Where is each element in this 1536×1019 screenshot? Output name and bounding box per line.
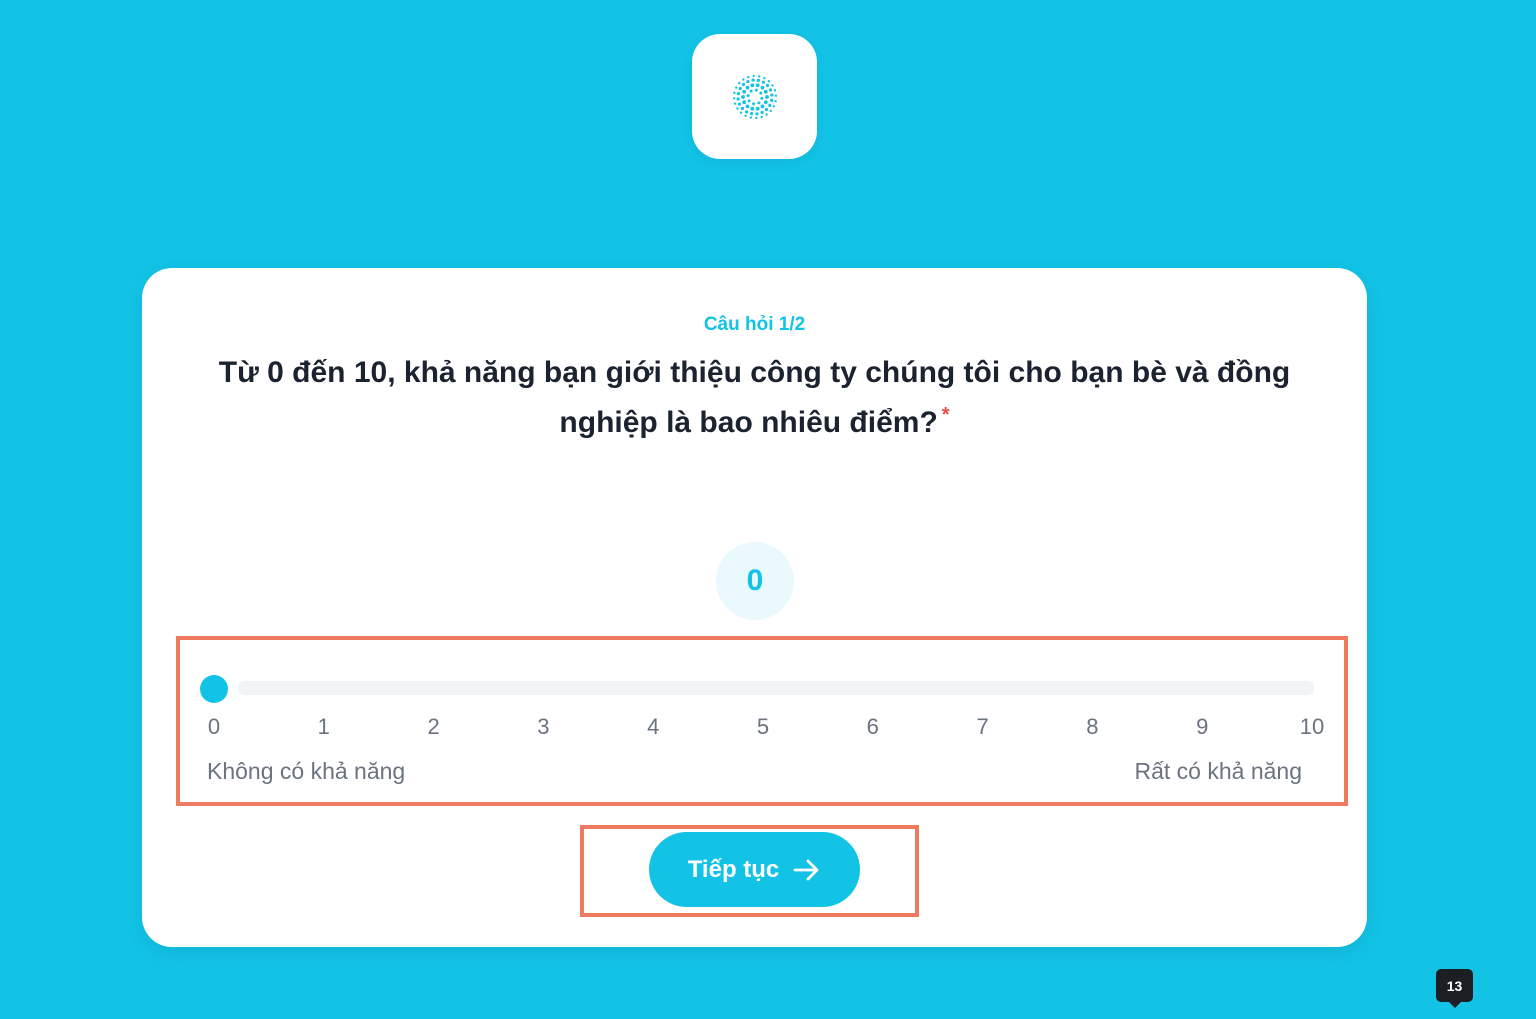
slider-track[interactable] xyxy=(238,681,1314,695)
slider-thumb[interactable] xyxy=(200,675,228,703)
slider-tick-4[interactable]: 4 xyxy=(633,714,673,740)
slider-tick-7[interactable]: 7 xyxy=(963,714,1003,740)
slider-tick-10[interactable]: 10 xyxy=(1292,714,1332,740)
required-mark: * xyxy=(941,404,950,426)
low-label: Không có khả năng xyxy=(207,758,406,784)
logo-container xyxy=(692,34,817,159)
selected-value-display: 0 xyxy=(716,542,794,620)
slider-tick-1[interactable]: 1 xyxy=(304,714,344,740)
slider-tick-0[interactable]: 0 xyxy=(194,714,234,740)
slider-tick-5[interactable]: 5 xyxy=(743,714,783,740)
question-text-container: Từ 0 đến 10, khả năng bạn giới thiệu côn… xyxy=(182,348,1327,448)
slider-tick-2[interactable]: 2 xyxy=(414,714,454,740)
next-button-label: Tiếp tục xyxy=(687,855,780,883)
question-text: Từ 0 đến 10, khả năng bạn giới thiệu côn… xyxy=(218,356,1291,439)
slider-tick-3[interactable]: 3 xyxy=(523,714,563,740)
page-number-badge: 13 xyxy=(1436,969,1473,1008)
high-label: Rất có khả năng xyxy=(1134,758,1302,784)
slider-tick-6[interactable]: 6 xyxy=(853,714,893,740)
dotted-sunburst-logo-icon xyxy=(732,74,777,119)
slider-tick-9[interactable]: 9 xyxy=(1182,714,1222,740)
arrow-right-icon xyxy=(793,859,819,880)
next-button[interactable]: Tiếp tục xyxy=(649,832,860,907)
slider-tick-8[interactable]: 8 xyxy=(1072,714,1112,740)
question-counter: Câu hỏi 1/2 xyxy=(703,314,806,335)
